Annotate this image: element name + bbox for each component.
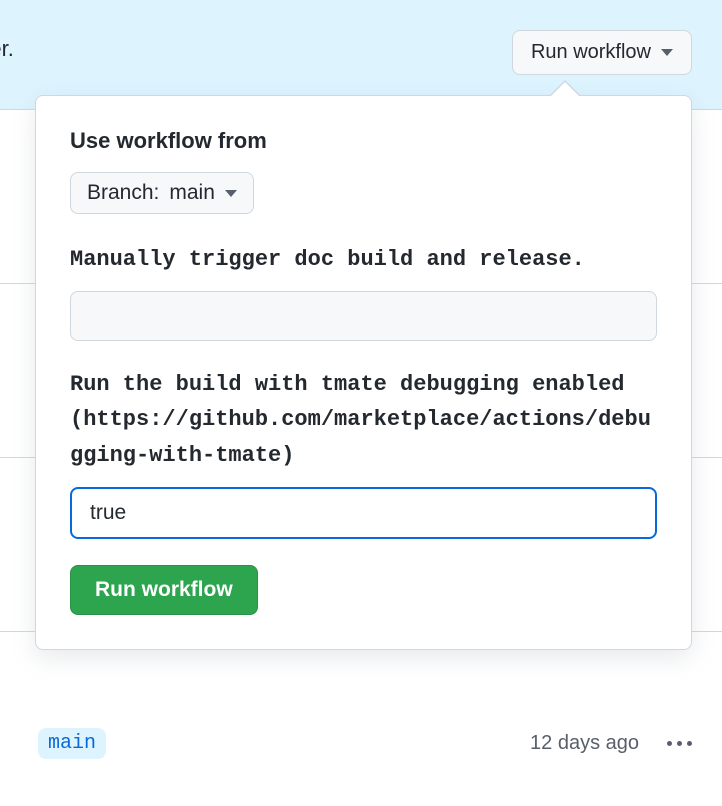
caret-down-icon [661,49,673,56]
branch-prefix: Branch: [87,181,159,205]
banner-text: igger. [0,30,14,62]
run-workflow-submit-button[interactable]: Run workflow [70,565,258,615]
branch-tag[interactable]: main [38,728,106,759]
run-workflow-popover: Use workflow from Branch: main Manually … [35,95,692,650]
use-workflow-from-label: Use workflow from [70,128,657,154]
input-label-manual-trigger: Manually trigger doc build and release. [70,242,657,277]
caret-down-icon [225,190,237,197]
branch-name: main [169,181,215,205]
input-label-tmate-debug: Run the build with tmate debugging enabl… [70,367,657,473]
run-workflow-dropdown-button[interactable]: Run workflow [512,30,692,75]
run-row-footer: main 12 days ago [0,718,722,768]
workflow-dispatch-banner: igger. Run workflow [0,0,722,110]
manual-trigger-input[interactable] [70,291,657,341]
run-workflow-dropdown-label: Run workflow [531,41,651,64]
timestamp: 12 days ago [530,732,639,755]
kebab-menu-icon[interactable] [667,741,692,746]
tmate-debug-input[interactable] [70,487,657,539]
branch-select-button[interactable]: Branch: main [70,172,254,214]
